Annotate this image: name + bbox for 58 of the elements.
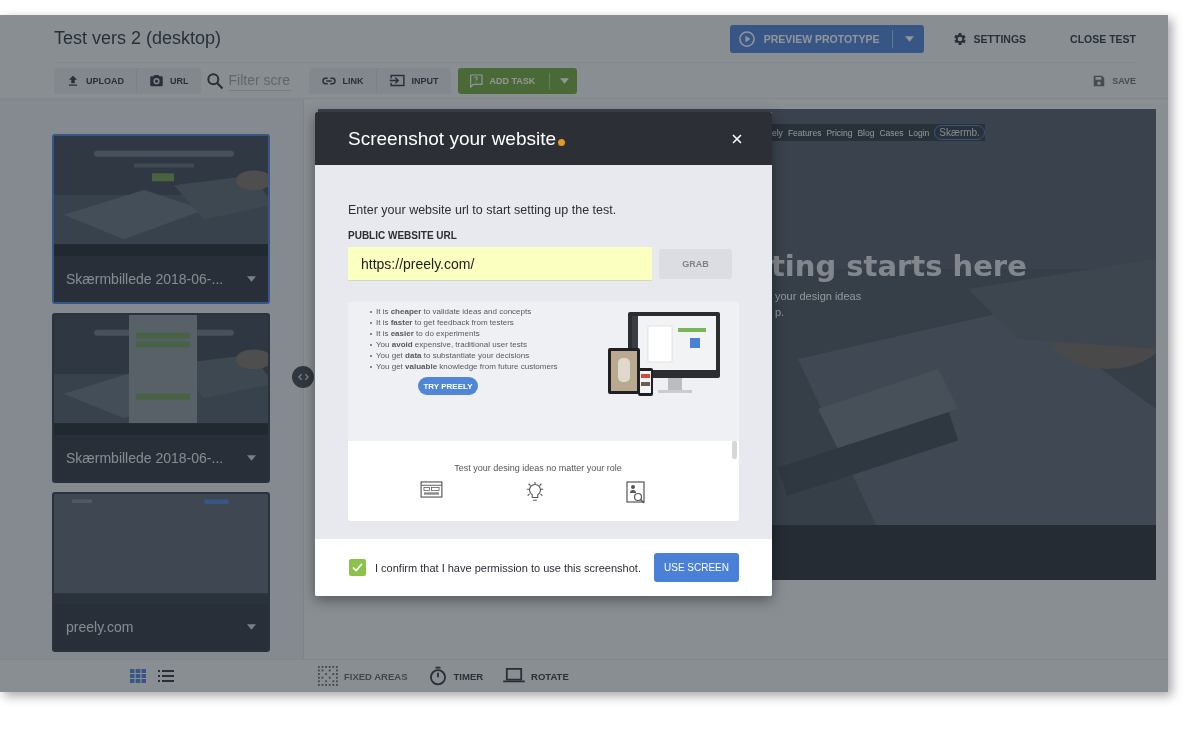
screen-card[interactable]: Skærmbillede 2018-06-...: [52, 313, 270, 483]
save-icon: [1092, 73, 1107, 88]
site-headline: ting starts here: [771, 249, 1027, 283]
bullet-text: You get valuable knowledge from future customers: [370, 361, 588, 372]
upload-icon: [66, 73, 80, 88]
profile-search-icon: [626, 481, 646, 505]
caret-icon: [247, 455, 256, 461]
use-screen-button[interactable]: USE SCREEN: [654, 553, 739, 582]
screen-name: Skærmbillede 2018-06-...: [66, 271, 225, 287]
grid-view-icon[interactable]: [130, 669, 146, 683]
caret-icon: [247, 624, 256, 630]
tool-button[interactable]: TIMER: [427, 666, 484, 686]
list-view-icon[interactable]: [158, 670, 174, 682]
bullet-text: It is faster to get feedback from testers: [370, 317, 588, 328]
url-field[interactable]: https://preely.com/: [348, 247, 652, 281]
add-task-button[interactable]: ADD TASK: [457, 67, 578, 94]
dotted-square-icon: [318, 666, 338, 686]
caret-icon: [904, 35, 914, 42]
screen-name: Skærmbillede 2018-06-...: [66, 450, 225, 466]
question-bubble-icon: [467, 72, 484, 89]
confirm-checkbox[interactable]: [349, 559, 366, 576]
bullet-text: You get data to substantiate your decisions: [370, 350, 588, 361]
check-icon: [352, 563, 363, 572]
laptop-icon: [503, 667, 526, 685]
resize-handle[interactable]: [292, 366, 314, 388]
preview-tagline: Test your desing ideas no matter your role: [453, 463, 623, 473]
settings-button[interactable]: SETTINGS: [951, 30, 1027, 47]
status-dot: [558, 139, 566, 146]
dialog-title: Screenshot your website: [348, 127, 557, 150]
preview-prototype-button[interactable]: PREVIEW PROTOTYPE: [729, 24, 924, 53]
timer-icon: [427, 666, 448, 686]
input-icon: [388, 72, 406, 89]
test-title: Test vers 2 (desktop): [54, 28, 223, 49]
site-subtitle: your design ideas: [775, 290, 862, 302]
screen-card[interactable]: preely.com: [52, 492, 270, 652]
caret-icon: [247, 276, 256, 282]
close-icon: [732, 133, 742, 144]
screen-card[interactable]: Skærmbillede 2018-06-...: [52, 134, 270, 304]
caret-icon: [560, 77, 570, 84]
scrollbar-thumb[interactable]: [732, 441, 737, 459]
camera-icon: [149, 73, 164, 88]
confirm-label: I confirm that I have permission to use this screenshot.: [375, 561, 642, 574]
close-test-button[interactable]: CLOSE TEST: [1070, 32, 1136, 45]
browser-window-icon: [420, 481, 443, 498]
site-subtitle: p.: [775, 306, 785, 318]
url-label: PUBLIC WEBSITE URL: [348, 230, 458, 241]
bullet-text: It is cheaper to validate ideas and concepts: [370, 306, 588, 317]
close-button[interactable]: [730, 131, 744, 146]
bullet-text: It is easier to do experiments: [370, 328, 588, 339]
tool-button[interactable]: ROTATE: [503, 667, 569, 685]
try-preely-button[interactable]: TRY PREELY: [418, 377, 478, 395]
search-icon: [204, 70, 225, 91]
bullet-text: You avoid expensive, traditional user tests: [370, 339, 588, 350]
code-arrows-icon: [297, 373, 309, 381]
instruction-text: Enter your website url to start setting up the test.: [348, 203, 618, 217]
screen-name: preely.com: [66, 619, 135, 635]
play-icon: [737, 29, 756, 48]
screen-chip: Skærmb.: [934, 125, 985, 140]
